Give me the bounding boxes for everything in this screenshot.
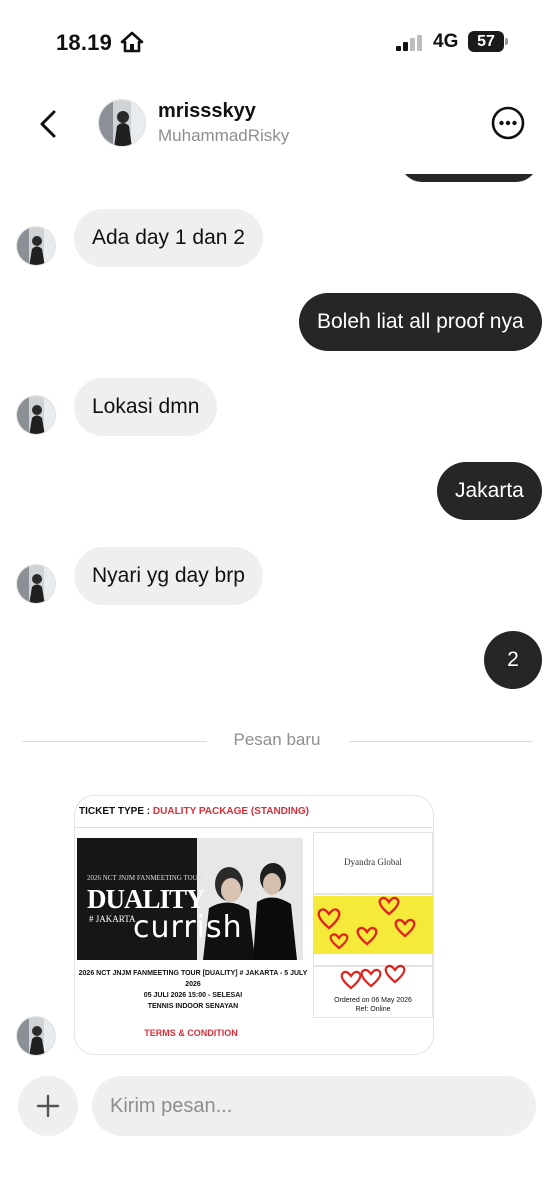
event-details: 2026 NCT JNJM FANMEETING TOUR [DUALITY] …: [77, 968, 309, 1012]
message-bubble-outgoing[interactable]: Jakarta: [437, 462, 542, 520]
signal-icon: [396, 35, 422, 51]
poster-subtitle: 2026 NCT JNJM FANMEETING TOUR: [87, 874, 203, 882]
status-bar: 18.19 4G 57: [0, 0, 554, 84]
poster-city: # JAKARTA: [89, 914, 136, 924]
battery-level: 57: [477, 33, 495, 50]
message-bubble-incoming[interactable]: Lokasi dmn: [74, 378, 218, 436]
ticket-image-message[interactable]: TICKET TYPE : DUALITY PACKAGE (STANDING)…: [74, 795, 434, 1055]
event-info-line: 2026: [185, 981, 201, 988]
more-options-icon[interactable]: [490, 105, 526, 141]
organizer-panel: Dyandra Global: [313, 832, 433, 894]
message-bubble-outgoing[interactable]: 2: [484, 631, 542, 689]
organizer-name: Dyandra Global: [344, 857, 402, 867]
message-bubble-outgoing[interactable]: Boleh liat all proof nya: [299, 293, 542, 351]
ticket-type-label: TICKET TYPE :: [79, 806, 153, 817]
event-poster: 2026 NCT JNJM FANMEETING TOUR DUALITY # …: [77, 838, 303, 960]
ticket-type-value: DUALITY PACKAGE (STANDING): [152, 806, 310, 817]
event-date: 05 JULI 2026 15:00 - SELESAI: [143, 992, 243, 999]
handwritten-scribble: currish: [133, 910, 243, 945]
order-ref: Ref: Online: [355, 1006, 391, 1013]
avatar[interactable]: [16, 564, 56, 604]
message-composer: [0, 1070, 554, 1150]
message-bubble-incoming[interactable]: Ada day 1 dan 2: [74, 209, 263, 267]
network-label: 4G: [433, 31, 459, 52]
event-info-line: 2026 NCT JNJM FANMEETING TOUR [DUALITY] …: [78, 970, 308, 977]
back-arrow-icon[interactable]: [30, 106, 66, 142]
ticket-type-row: TICKET TYPE : DUALITY PACKAGE (STANDING): [79, 806, 309, 817]
heart-doodle-icon: [317, 896, 416, 950]
new-messages-divider: Pesan baru: [22, 730, 532, 749]
message-input[interactable]: [92, 1076, 536, 1136]
header-username[interactable]: mrissskyy: [158, 100, 256, 123]
battery-icon: 57: [468, 31, 508, 52]
ticket-divider: [75, 827, 433, 828]
event-venue: TENNIS INDOOR SENAYAN: [147, 1003, 239, 1010]
status-time: 18.19: [56, 30, 113, 55]
header-display-name: MuhammadRisky: [158, 126, 290, 145]
avatar[interactable]: [16, 226, 56, 266]
order-info: Ordered on 06 May 2026 Ref: Online: [313, 996, 433, 1014]
avatar[interactable]: [16, 1016, 56, 1056]
divider-label: Pesan baru: [233, 730, 321, 749]
avatar[interactable]: [16, 395, 56, 435]
home-icon: [120, 31, 144, 53]
ordered-on: Ordered on 06 May 2026: [334, 997, 412, 1004]
chat-header: mrissskyy MuhammadRisky: [0, 84, 554, 174]
message-bubble-incoming[interactable]: Nyari yg day brp: [74, 547, 263, 605]
heart-doodle-icon: [340, 964, 406, 990]
terms-link: TERMS & CONDITION: [144, 1028, 238, 1038]
add-button[interactable]: [18, 1076, 78, 1136]
avatar[interactable]: [98, 99, 146, 147]
plus-icon: [36, 1094, 60, 1118]
